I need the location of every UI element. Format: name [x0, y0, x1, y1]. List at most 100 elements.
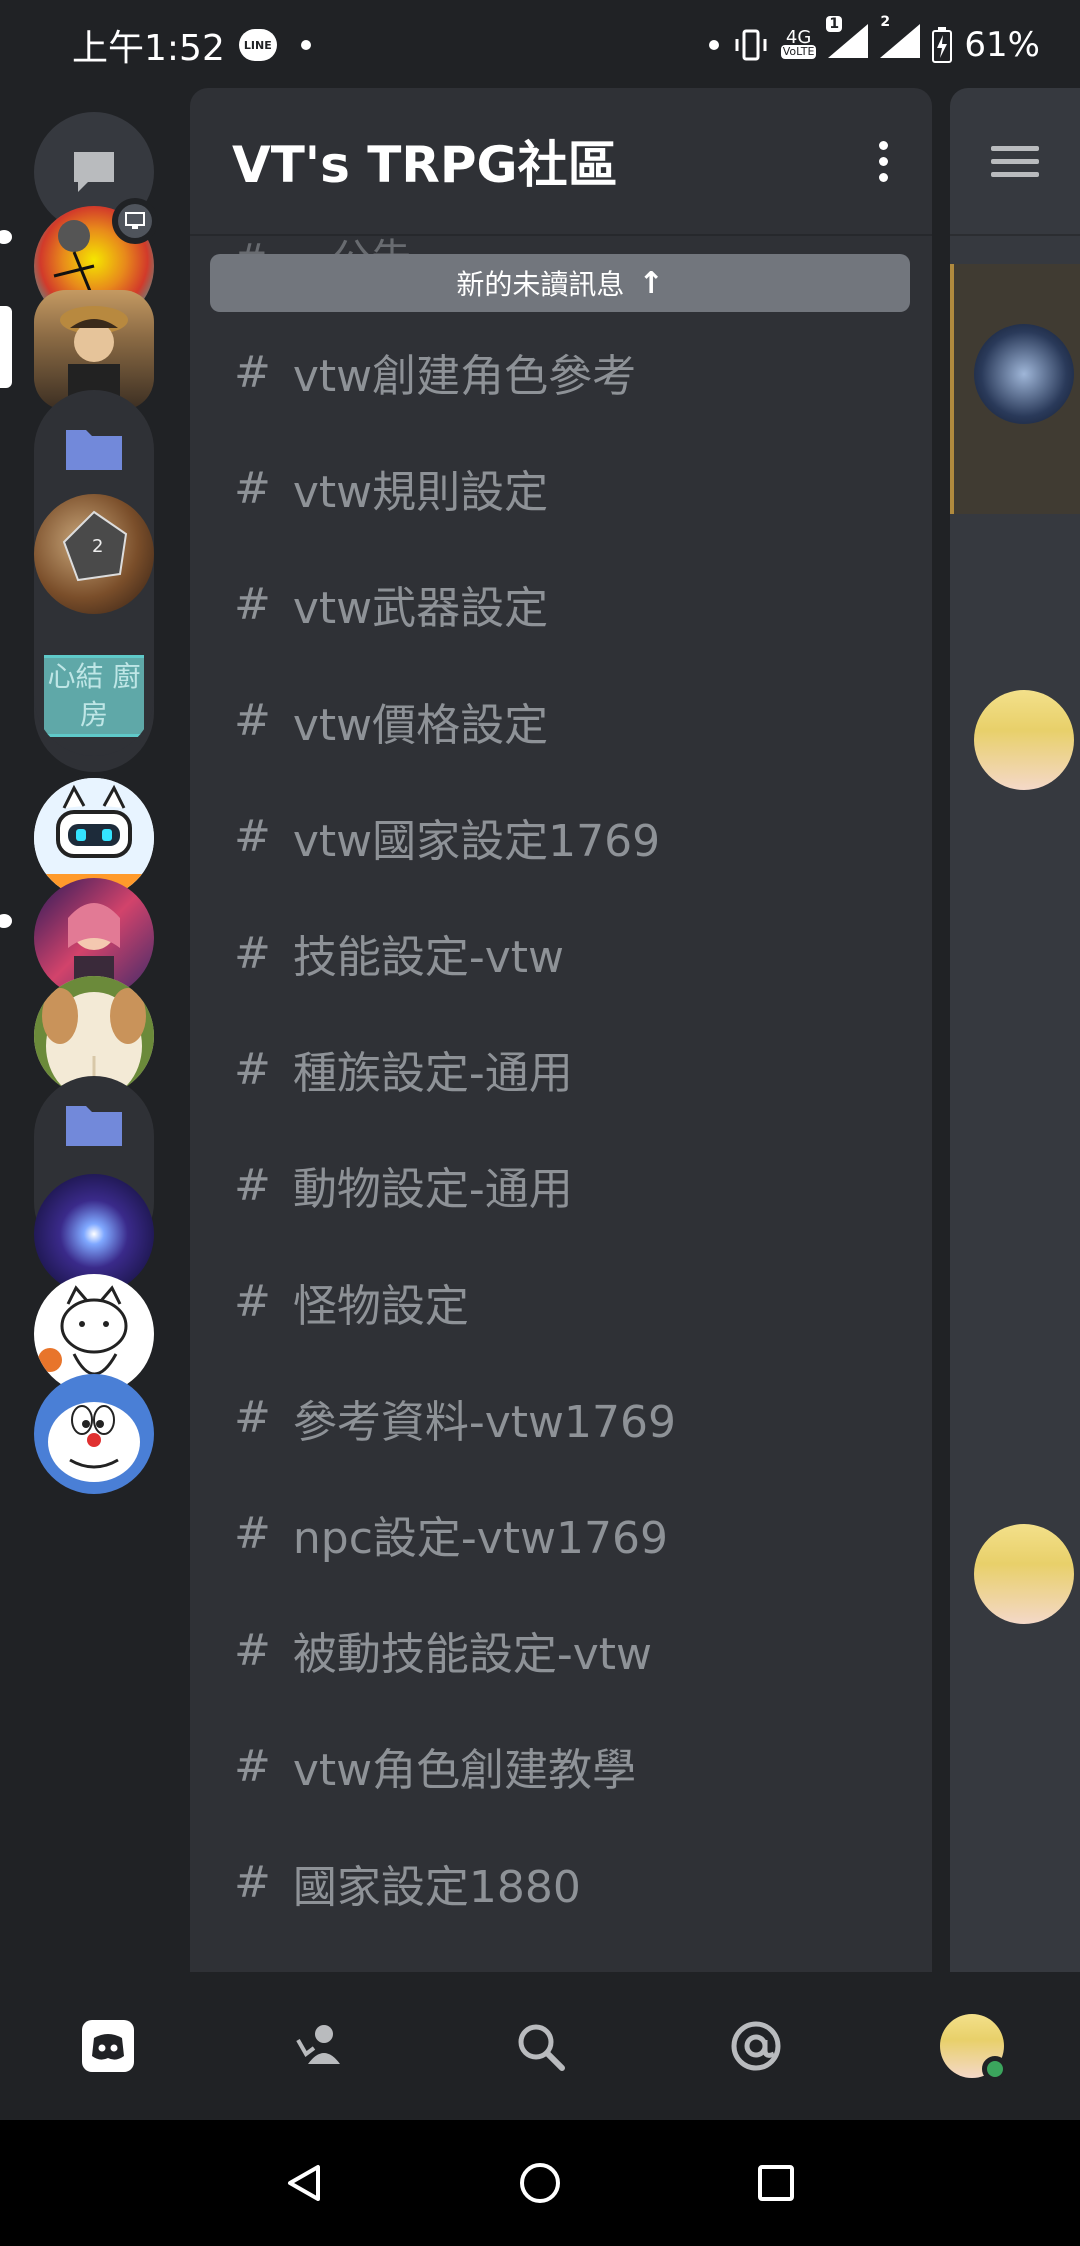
- tab-mentions[interactable]: [696, 1986, 816, 2106]
- at-mention-icon: [731, 2021, 781, 2071]
- channel-name: 技能設定-vtw: [292, 932, 565, 984]
- arrow-up-icon: ↑: [638, 265, 664, 301]
- server-name: VT's TRPG社區: [232, 136, 618, 194]
- battery-percent: 61%: [964, 25, 1040, 65]
- hash-icon: #: [234, 1857, 271, 1909]
- channel-item[interactable]: # vtw規則設定: [190, 430, 932, 546]
- new-unread-messages-banner[interactable]: 新的未讀訊息 ↑: [210, 254, 910, 312]
- user-avatar[interactable]: [974, 690, 1074, 790]
- hash-icon: #: [234, 811, 271, 863]
- channel-item[interactable]: # npc設定-vtw1769: [190, 1476, 932, 1592]
- tab-profile[interactable]: [912, 1986, 1032, 2106]
- channel-item[interactable]: # 技能設定-vtw: [190, 895, 932, 1011]
- server-rail: 2 心結 廚房: [0, 90, 190, 1972]
- channel-name: 種族設定-通用: [292, 1048, 573, 1100]
- unread-indicator: [0, 230, 12, 244]
- system-navigation-bar: [0, 2120, 1080, 2246]
- dice-icon: 2: [62, 510, 128, 582]
- hash-icon: #: [234, 927, 271, 979]
- monitor-icon: [125, 212, 145, 229]
- line-notification-icon: LINE: [238, 29, 277, 61]
- channel-name: 參考資料-vtw1769: [292, 1396, 677, 1448]
- tab-home[interactable]: [48, 1986, 168, 2106]
- channel-list: # vtw創建角色參考 # vtw規則設定 # vtw武器設定 # vtw價格設定 # v…: [190, 314, 932, 1941]
- battery-charging-icon: [932, 27, 953, 63]
- tab-search[interactable]: [480, 1986, 600, 2106]
- channel-name: vtw創建角色參考: [292, 351, 637, 403]
- sim2-badge: 2: [880, 13, 891, 30]
- volte-label: VoLTE: [780, 45, 817, 59]
- back-icon[interactable]: [282, 2161, 326, 2205]
- hash-icon: #: [234, 346, 271, 398]
- channel-item[interactable]: # 參考資料-vtw1769: [190, 1360, 932, 1476]
- channel-name: vtw武器設定: [292, 583, 549, 635]
- network-type-label: 4G: [785, 27, 812, 48]
- hash-icon: #: [234, 1159, 271, 1211]
- channel-item[interactable]: # 國家設定1880: [190, 1824, 932, 1940]
- channel-item[interactable]: # vtw價格設定: [190, 663, 932, 779]
- server-icon-kitchen[interactable]: 心結 廚房: [34, 636, 154, 756]
- notification-dot-icon: [300, 40, 311, 50]
- selected-server-indicator: [0, 306, 12, 388]
- channel-item[interactable]: # 動物設定-通用: [190, 1127, 932, 1243]
- home-icon[interactable]: [516, 2159, 564, 2207]
- signal-sim2: 2: [880, 14, 921, 67]
- user-avatar[interactable]: [974, 324, 1074, 424]
- server-icon-doraemon[interactable]: [34, 1374, 154, 1494]
- server-icon-dice[interactable]: 2: [34, 494, 154, 614]
- channel-name: vtw國家設定1769: [292, 815, 661, 867]
- recents-icon[interactable]: [754, 2161, 798, 2205]
- network-indicator: 4G VoLTE: [780, 27, 817, 59]
- clock: 上午1:52: [72, 28, 225, 69]
- hamburger-menu-icon[interactable]: [991, 145, 1039, 177]
- channel-name: 動物設定-通用: [292, 1164, 573, 1216]
- hash-icon: #: [234, 1392, 271, 1444]
- channel-item[interactable]: # 種族設定-通用: [190, 1011, 932, 1127]
- channel-item[interactable]: # vtw武器設定: [190, 546, 932, 662]
- folder-icon: [66, 1106, 122, 1146]
- profile-avatar: [940, 2014, 1008, 2082]
- chat-preview-panel[interactable]: [950, 88, 1080, 1972]
- channel-item[interactable]: # vtw國家設定1769: [190, 779, 932, 895]
- kitchen-server-label: 心結 廚房: [44, 655, 144, 737]
- svg-text:2: 2: [92, 536, 103, 557]
- channel-item[interactable]: # vtw角色創建教學: [190, 1708, 932, 1824]
- channel-name: 怪物設定: [292, 1280, 469, 1332]
- unread-indicator: [0, 914, 12, 928]
- more-options-icon[interactable]: [879, 140, 888, 182]
- channel-name: 被動技能設定-vtw: [292, 1629, 653, 1681]
- hash-icon: #: [234, 1276, 271, 1328]
- hash-icon: #: [234, 695, 271, 747]
- signal-sim1: 1: [826, 15, 869, 67]
- blue-cartoon-icon: [48, 1402, 140, 1482]
- friends-wave-icon: [296, 2025, 340, 2064]
- unread-banner-label: 新的未讀訊息: [456, 268, 625, 301]
- channel-name: vtw規則設定: [292, 467, 549, 519]
- hash-icon: #: [234, 462, 271, 514]
- hash-icon: #: [234, 1624, 271, 1676]
- sim1-badge: 1: [826, 15, 843, 32]
- more-dot-icon: [708, 40, 719, 50]
- channel-item[interactable]: # 怪物設定: [190, 1244, 932, 1360]
- bottom-tab-bar: [0, 1972, 1080, 2120]
- channel-name: npc設定-vtw1769: [292, 1512, 669, 1564]
- channel-panel: VT's TRPG社區 # ... 公告 新的未讀訊息 ↑ #vtw創建角色參考…: [190, 88, 932, 1972]
- folder-icon: [66, 430, 122, 470]
- vibrate-icon: [735, 29, 767, 61]
- chat-header: [950, 88, 1080, 236]
- hash-icon: #: [234, 1043, 271, 1095]
- hash-icon: #: [234, 1508, 271, 1560]
- screen-share-badge: [112, 198, 158, 244]
- online-status-dot: [982, 2056, 1008, 2082]
- server-header[interactable]: VT's TRPG社區: [190, 88, 932, 236]
- channel-name: 國家設定1880: [292, 1861, 581, 1913]
- user-avatar[interactable]: [974, 1524, 1074, 1624]
- chat-bubble-icon: [74, 152, 114, 192]
- channel-item[interactable]: # vtw創建角色參考: [190, 314, 932, 430]
- tab-friends[interactable]: [264, 1986, 384, 2106]
- search-icon: [518, 2024, 565, 2071]
- channel-item[interactable]: # 被動技能設定-vtw: [190, 1592, 932, 1708]
- hash-icon: #: [234, 578, 271, 630]
- channel-name: vtw價格設定: [292, 699, 549, 751]
- channel-name: vtw角色創建教學: [292, 1745, 637, 1797]
